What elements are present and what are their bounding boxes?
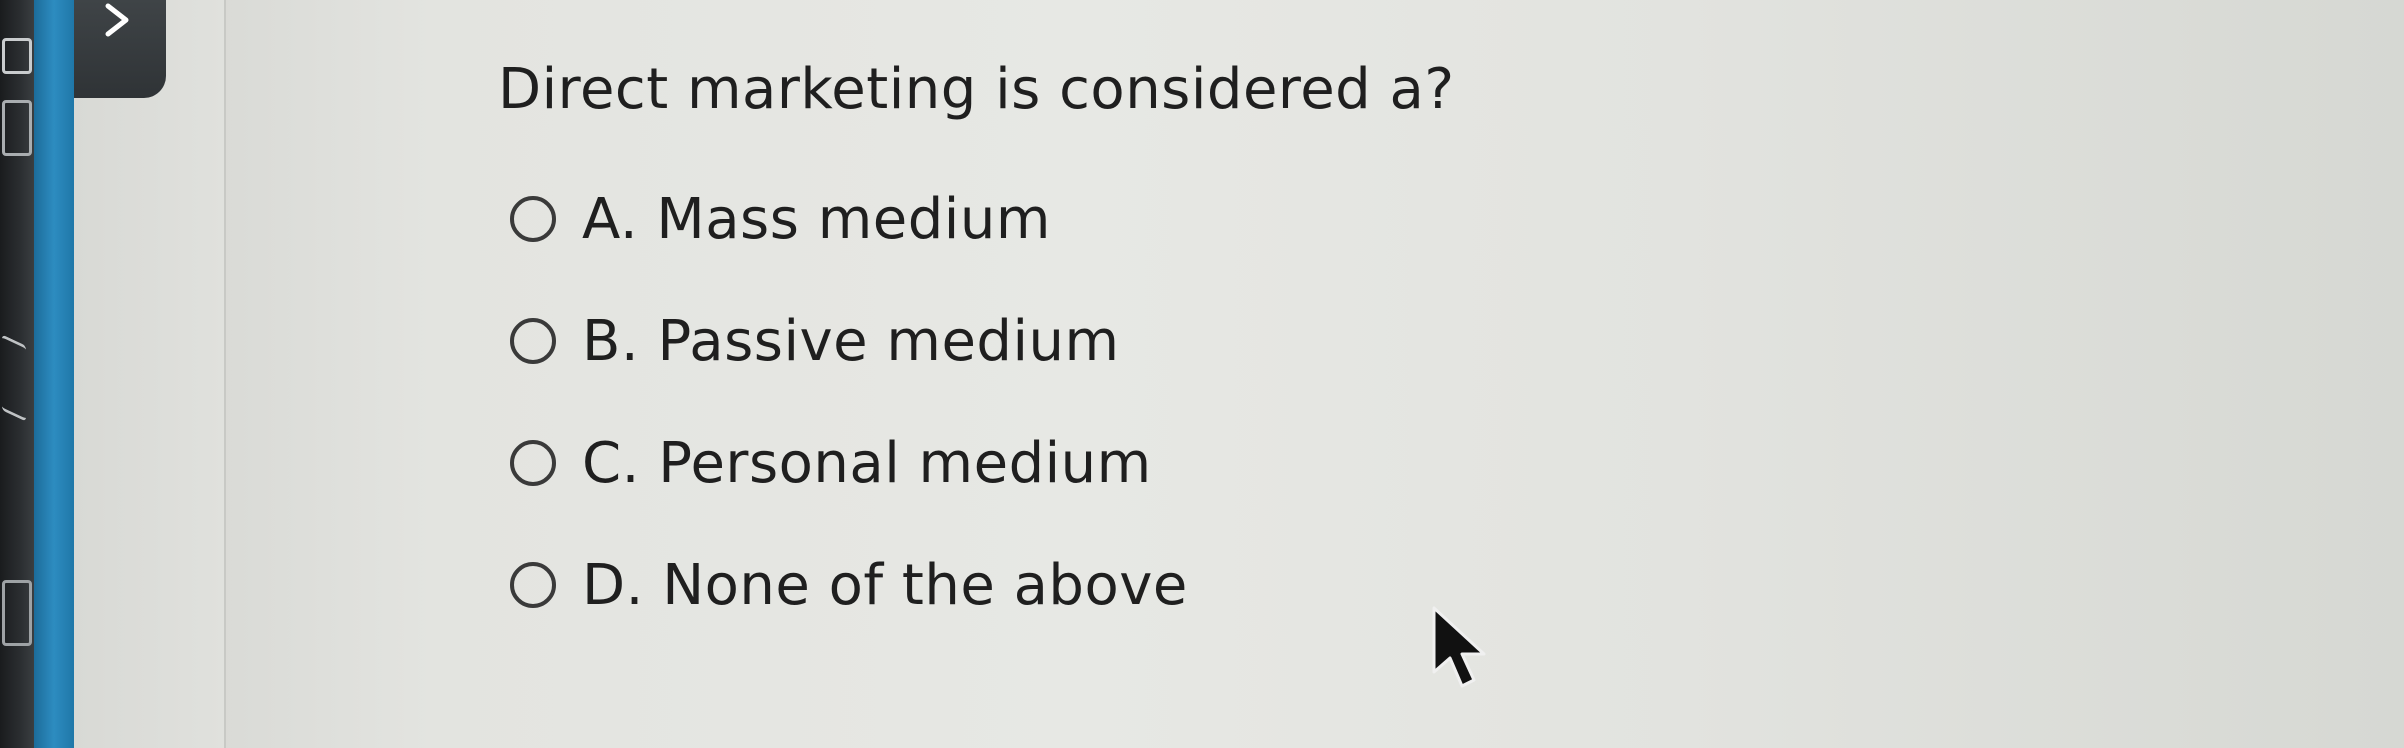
edge-mark (2, 38, 32, 74)
edge-mark (2, 580, 32, 646)
device-edge (0, 0, 34, 748)
option-a[interactable]: A. Mass medium (510, 158, 1455, 280)
question-panel: Direct marketing is considered a? A. Mas… (498, 40, 1455, 646)
option-label: B. Passive medium (582, 308, 1120, 374)
radio-button[interactable] (510, 562, 556, 608)
option-d[interactable]: D. None of the above (510, 524, 1455, 646)
quiz-screen: Direct marketing is considered a? A. Mas… (0, 0, 2404, 748)
option-c[interactable]: C. Personal medium (510, 402, 1455, 524)
option-label: A. Mass medium (582, 186, 1051, 252)
edge-mark (2, 100, 32, 156)
sidebar-toggle-button[interactable] (74, 0, 166, 98)
chevron-right-icon (105, 3, 129, 37)
question-text: Direct marketing is considered a? (498, 57, 1455, 122)
sidebar-accent-bar (34, 0, 74, 748)
radio-button[interactable] (510, 318, 556, 364)
radio-button[interactable] (510, 196, 556, 242)
side-panel (74, 0, 226, 748)
radio-button[interactable] (510, 440, 556, 486)
option-b[interactable]: B. Passive medium (510, 280, 1455, 402)
edge-mark (2, 334, 26, 422)
option-label: D. None of the above (582, 552, 1188, 618)
mouse-pointer-icon (1432, 606, 1486, 688)
option-label: C. Personal medium (582, 430, 1152, 496)
